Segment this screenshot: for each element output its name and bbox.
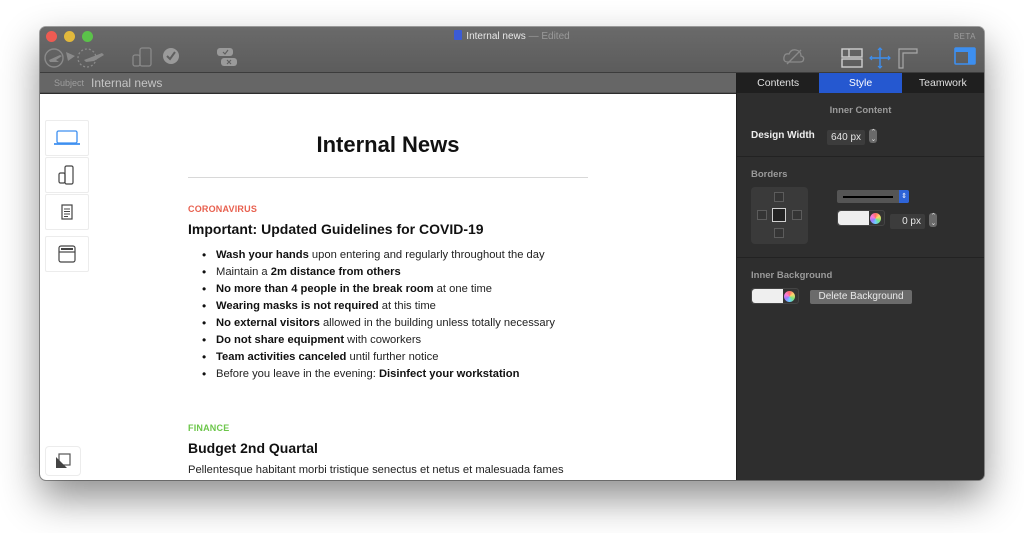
tab-style[interactable]: Style — [819, 73, 902, 93]
layers-icon — [56, 453, 71, 468]
category-finance: FINANCE — [188, 423, 230, 433]
list-item[interactable]: Do not share equipment with coworkers — [202, 332, 555, 349]
bullet-text: allowed in the building unless totally n… — [319, 317, 555, 329]
bullet-bold-text: Wash your hands — [216, 249, 309, 261]
list-item[interactable]: Wash your hands upon entering and regula… — [202, 247, 555, 264]
bullet-bold-text: Do not share equipment — [216, 334, 345, 346]
guidelines-list: Wash your hands upon entering and regula… — [202, 247, 555, 383]
background-color-swatch — [752, 289, 783, 303]
document-icon — [61, 204, 73, 220]
bullet-bold-text: Team activities canceled — [216, 351, 347, 363]
mobile-preview-button[interactable] — [45, 157, 89, 193]
border-all-toggle[interactable] — [772, 208, 786, 222]
headline-coronavirus[interactable]: Important: Updated Guidelines for COVID-… — [188, 221, 484, 237]
inspector-tabs: Contents Style Teamwork — [737, 73, 984, 93]
cloud-off-icon[interactable] — [782, 47, 806, 65]
laptop-icon — [54, 130, 80, 145]
document-icon — [454, 30, 463, 40]
document-canvas: Internal News CORONAVIRUS Important: Upd… — [40, 94, 736, 480]
inner-background-section: Inner Background Delete Background — [737, 258, 984, 358]
inbox-preview-button[interactable] — [45, 236, 89, 272]
border-style-select[interactable]: ⇕ — [837, 190, 909, 203]
bullet-bold-text: 2m distance from others — [270, 266, 401, 278]
desktop-preview-button[interactable] — [45, 120, 89, 156]
bullet-text: upon entering and regularly throughout t… — [308, 249, 545, 261]
inner-content-title: Inner Content — [829, 105, 892, 116]
text-preview-button[interactable] — [45, 194, 89, 230]
list-item[interactable]: No more than 4 people in the break room … — [202, 281, 555, 298]
inspector-panel: Contents Style Teamwork Inner Content De… — [736, 73, 984, 480]
bullet-text: Before you leave in the evening: — [216, 368, 379, 380]
window-title-text: Internal news — [466, 31, 526, 42]
bullet-bold-text: No more than 4 people in the break room — [216, 283, 434, 295]
list-item[interactable]: Wearing masks is not required at this ti… — [202, 298, 555, 315]
finance-paragraph[interactable]: Pellentesque habitant morbi tristique se… — [188, 464, 564, 476]
border-width-input[interactable]: 0 px — [890, 214, 925, 229]
schedule-plane-icon[interactable] — [76, 47, 108, 69]
list-item[interactable]: Maintain a 2m distance from others — [202, 264, 555, 281]
borders-title: Borders — [751, 169, 788, 180]
subject-bar: Subject Internal news — [40, 73, 736, 93]
bullet-text: until further notice — [346, 351, 439, 363]
tab-contents[interactable]: Contents — [737, 73, 819, 93]
beta-badge: BETA — [953, 32, 976, 41]
check-icon[interactable] — [162, 47, 180, 65]
ruler-icon[interactable] — [897, 47, 919, 69]
list-item[interactable]: Team activities canceled until further n… — [202, 349, 555, 366]
design-width-stepper[interactable]: ⌃ ⌄ — [869, 128, 878, 143]
border-side-selector — [751, 187, 808, 244]
title-divider — [188, 177, 588, 178]
inner-content-section: Inner Content Design Width 640 px ⌃ ⌄ — [737, 93, 984, 157]
design-width-input[interactable]: 640 px — [827, 130, 866, 145]
border-width-control: 0 px ⌃ ⌄ — [890, 211, 938, 229]
design-width-control: 640 px ⌃ ⌄ — [827, 127, 878, 145]
sidebar-panel-icon[interactable] — [954, 47, 976, 65]
toolbar: Internal news — Edited BETA — [40, 27, 984, 73]
border-left-toggle[interactable] — [757, 210, 767, 220]
list-item[interactable]: Before you leave in the evening: Disinfe… — [202, 366, 555, 383]
layers-button[interactable] — [45, 446, 81, 476]
border-color-swatch — [838, 211, 869, 225]
subject-label: Subject — [54, 77, 85, 88]
approve-reject-icon[interactable] — [216, 47, 238, 67]
color-wheel-icon — [784, 291, 795, 302]
layout-blocks-icon[interactable] — [840, 47, 864, 69]
border-bottom-toggle[interactable] — [774, 228, 784, 238]
delete-background-button[interactable]: Delete Background — [810, 290, 912, 304]
borders-section: Borders ⇕ 0 px ⌃ ⌄ — [737, 157, 984, 258]
edited-status: — Edited — [528, 31, 570, 42]
border-right-toggle[interactable] — [792, 210, 802, 220]
move-icon[interactable] — [869, 47, 891, 69]
border-style-preview — [843, 196, 893, 198]
bullet-text: at this time — [378, 300, 436, 312]
border-top-toggle[interactable] — [774, 192, 784, 202]
chevron-updown-icon: ⇕ — [899, 190, 909, 203]
headline-finance[interactable]: Budget 2nd Quartal — [188, 440, 318, 456]
category-coronavirus: CORONAVIRUS — [188, 204, 258, 214]
bullet-text: Maintain a — [216, 266, 271, 278]
list-item[interactable]: No external visitors allowed in the buil… — [202, 315, 555, 332]
bullet-bold-text: Wearing masks is not required — [216, 300, 379, 312]
subject-field[interactable]: Internal news — [91, 76, 162, 90]
app-window: Internal news — Edited BETA Subject Inte… — [40, 27, 984, 480]
background-color-well[interactable] — [751, 288, 799, 304]
bullet-text: with coworkers — [344, 334, 422, 346]
design-width-label: Design Width — [751, 130, 815, 141]
border-width-stepper[interactable]: ⌃ ⌄ — [929, 212, 938, 227]
bullet-bold-text: Disinfect your workstation — [378, 368, 520, 380]
tab-teamwork[interactable]: Teamwork — [902, 73, 984, 93]
send-plane-icon[interactable] — [44, 47, 80, 69]
bullet-bold-text: No external visitors — [216, 317, 320, 329]
phone-tablet-icon — [58, 165, 74, 185]
window-title: Internal news — Edited — [40, 30, 984, 42]
device-preview-icon[interactable] — [131, 47, 155, 69]
color-wheel-icon — [870, 213, 881, 224]
newsletter-title[interactable]: Internal News — [188, 132, 588, 158]
border-color-well[interactable] — [837, 210, 885, 226]
inner-background-title: Inner Background — [751, 270, 833, 281]
bullet-text: at one time — [433, 283, 493, 295]
inbox-window-icon — [58, 245, 76, 263]
